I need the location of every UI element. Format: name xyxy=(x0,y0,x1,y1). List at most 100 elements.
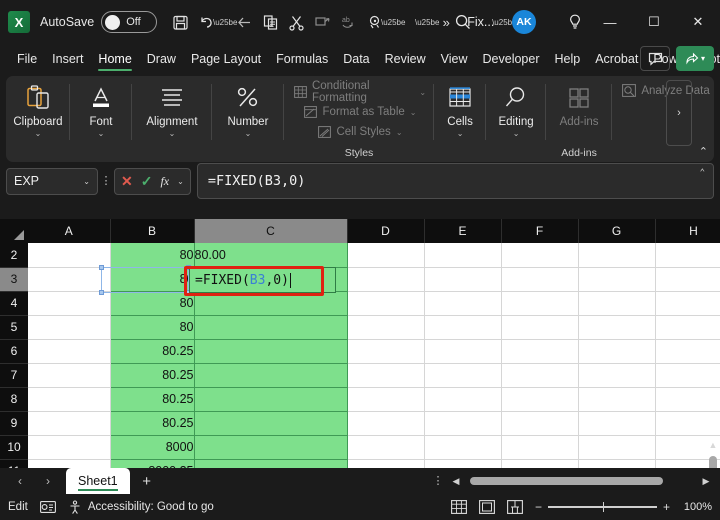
cell-g5[interactable] xyxy=(578,315,656,340)
cell-g10[interactable] xyxy=(578,435,656,460)
minimize-button[interactable]: — xyxy=(588,0,632,44)
editing-caret-icon[interactable]: ⌄ xyxy=(513,129,520,139)
cell-h8[interactable] xyxy=(655,387,720,412)
cell-styles-item[interactable]: Cell Styles ⌄ xyxy=(317,122,403,142)
row-header-3[interactable]: 3 xyxy=(0,267,28,292)
row-header-10[interactable]: 10 xyxy=(0,435,28,460)
cell-b2[interactable]: 80 xyxy=(110,243,195,268)
column-header-c[interactable]: C xyxy=(194,219,348,243)
back-arrow-icon[interactable] xyxy=(231,9,257,35)
cell-a5[interactable] xyxy=(28,315,111,340)
sheet-tab-sheet1[interactable]: Sheet1 xyxy=(66,468,130,494)
horizontal-scroll-thumb[interactable] xyxy=(470,477,664,485)
tab-data[interactable]: Data xyxy=(336,49,376,69)
alignment-button[interactable]: Alignment ⌄ xyxy=(132,76,212,139)
maximize-button[interactable]: ☐ xyxy=(632,0,676,44)
column-header-b[interactable]: B xyxy=(110,219,195,243)
column-header-d[interactable]: D xyxy=(347,219,425,243)
cell-b7[interactable]: 80.25 xyxy=(110,363,195,388)
lightbulb-icon[interactable] xyxy=(562,9,588,35)
cell-f8[interactable] xyxy=(501,387,579,412)
row-header-9[interactable]: 9 xyxy=(0,411,28,436)
column-header-a[interactable]: A xyxy=(28,219,111,243)
comment-icon[interactable] xyxy=(640,46,670,71)
cell-d2[interactable] xyxy=(347,243,425,268)
row-header-7[interactable]: 7 xyxy=(0,363,28,388)
cell-e5[interactable] xyxy=(424,315,502,340)
cell-g9[interactable] xyxy=(578,411,656,436)
next-sheet-button[interactable]: › xyxy=(34,468,62,494)
tab-formulas[interactable]: Formulas xyxy=(269,49,335,69)
copy-icon[interactable] xyxy=(257,9,283,35)
horizontal-scrollbar[interactable]: ◀ ▶ xyxy=(450,468,720,494)
cell-a6[interactable] xyxy=(28,339,111,364)
number-caret-icon[interactable]: ⌄ xyxy=(245,129,252,139)
tab-page-layout[interactable]: Page Layout xyxy=(184,49,268,69)
add-sheet-button[interactable]: + xyxy=(130,468,164,494)
formula-input[interactable]: =FIXED(B3,0) ⌃ xyxy=(196,163,714,199)
zoom-track[interactable] xyxy=(548,502,657,513)
cell-a4[interactable] xyxy=(28,291,111,316)
sheet-options-icon[interactable]: ⋮ xyxy=(426,475,450,487)
previous-sheet-button[interactable]: ‹ xyxy=(6,468,34,494)
close-button[interactable]: ✕ xyxy=(676,0,720,44)
zoom-slider[interactable]: − + xyxy=(535,500,670,514)
cell-d5[interactable] xyxy=(347,315,425,340)
cell-c6[interactable] xyxy=(194,339,348,364)
tab-review[interactable]: Review xyxy=(378,49,433,69)
accessibility-status[interactable]: Accessibility: Good to go xyxy=(68,499,214,515)
ribbon-collapse-button[interactable]: ⌃ xyxy=(699,145,708,158)
cell-b4[interactable]: 80 xyxy=(110,291,195,316)
tab-file[interactable]: File xyxy=(10,49,44,69)
cancel-formula-button[interactable]: ✕ xyxy=(121,173,133,190)
cell-h5[interactable] xyxy=(655,315,720,340)
column-header-h[interactable]: H xyxy=(655,219,720,243)
cell-h2[interactable] xyxy=(655,243,720,268)
add-ins-button[interactable]: Add-ins xyxy=(546,76,612,128)
cell-c5[interactable] xyxy=(194,315,348,340)
page-break-icon[interactable] xyxy=(507,500,523,514)
spelling-icon[interactable]: ab xyxy=(335,9,361,35)
autosave-toggle[interactable]: Off xyxy=(101,11,158,33)
cell-d10[interactable] xyxy=(347,435,425,460)
cell-c8[interactable] xyxy=(194,387,348,412)
cell-a10[interactable] xyxy=(28,435,111,460)
scroll-up-icon[interactable]: ▲ xyxy=(706,438,720,452)
number-button[interactable]: Number ⌄ xyxy=(212,76,284,139)
spreadsheet-grid[interactable]: A B C D E F G H 2 80 80.00 3 80 4 80 5 8… xyxy=(0,219,720,520)
cell-h7[interactable] xyxy=(655,363,720,388)
cell-f6[interactable] xyxy=(501,339,579,364)
cell-e8[interactable] xyxy=(424,387,502,412)
cell-f4[interactable] xyxy=(501,291,579,316)
conditional-formatting-caret-icon[interactable]: ⌄ xyxy=(419,88,426,97)
cell-b6[interactable]: 80.25 xyxy=(110,339,195,364)
cell-c9[interactable] xyxy=(194,411,348,436)
cell-d9[interactable] xyxy=(347,411,425,436)
cell-e4[interactable] xyxy=(424,291,502,316)
formula-expand-button[interactable]: ⌃ xyxy=(700,168,705,178)
row-header-6[interactable]: 6 xyxy=(0,339,28,364)
cell-d6[interactable] xyxy=(347,339,425,364)
cell-b5[interactable]: 80 xyxy=(110,315,195,340)
cell-f10[interactable] xyxy=(501,435,579,460)
more-options-icon[interactable]: ⋮ xyxy=(98,175,114,187)
scroll-right-icon[interactable]: ▶ xyxy=(700,476,712,487)
cell-g8[interactable] xyxy=(578,387,656,412)
cell-e9[interactable] xyxy=(424,411,502,436)
zoom-in-button[interactable]: + xyxy=(663,500,670,514)
zoom-level-label[interactable]: 100% xyxy=(682,501,712,513)
search-icon[interactable] xyxy=(450,9,476,35)
cell-e3[interactable] xyxy=(424,267,502,292)
tab-acrobat[interactable]: Acrobat xyxy=(588,49,645,69)
tab-draw[interactable]: Draw xyxy=(140,49,183,69)
cell-e2[interactable] xyxy=(424,243,502,268)
row-header-8[interactable]: 8 xyxy=(0,387,28,412)
cell-a2[interactable] xyxy=(28,243,111,268)
clipboard-button[interactable]: Clipboard ⌄ xyxy=(7,76,69,139)
cell-f5[interactable] xyxy=(501,315,579,340)
avatar[interactable]: AK xyxy=(512,10,536,34)
function-caret-icon[interactable]: ⌄ xyxy=(177,177,184,186)
select-all-corner[interactable] xyxy=(0,219,28,243)
name-box-caret-icon[interactable]: ⌄ xyxy=(83,177,90,186)
cell-c10[interactable] xyxy=(194,435,348,460)
